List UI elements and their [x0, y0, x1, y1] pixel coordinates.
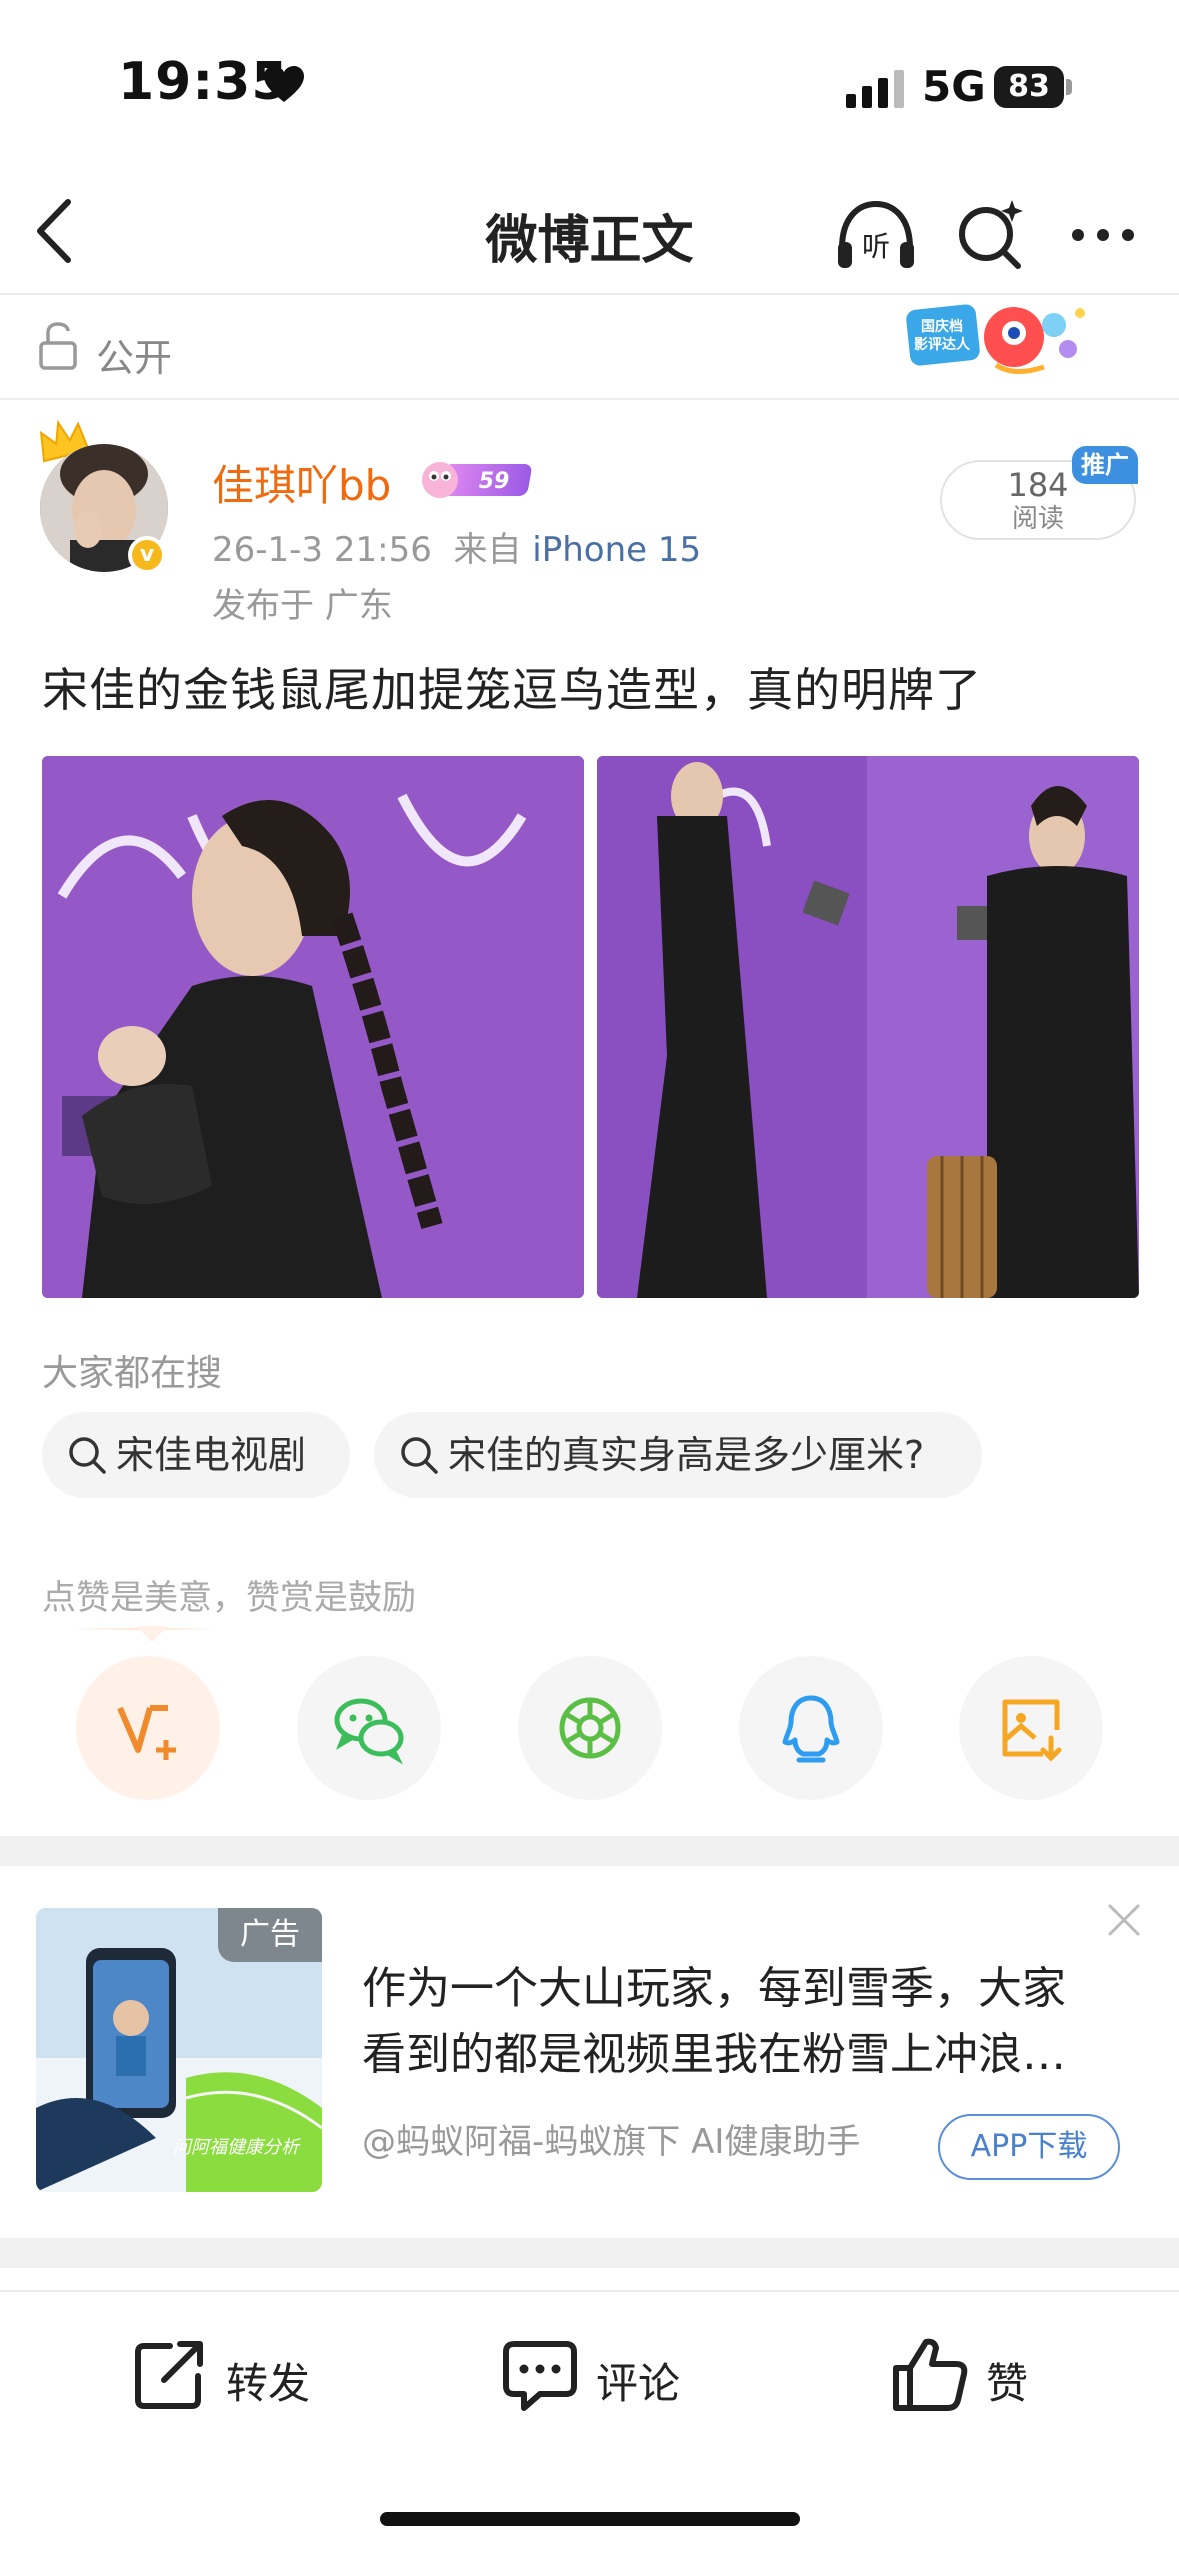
share-moments-button[interactable] — [518, 1656, 662, 1800]
svg-text:影评达人: 影评达人 — [914, 336, 971, 353]
share-wechat-button[interactable] — [297, 1656, 441, 1800]
status-bar: 19:35 5G 83 — [0, 0, 1179, 170]
home-indicator — [380, 2512, 800, 2526]
app-download-button[interactable]: APP下载 — [938, 2114, 1120, 2180]
trending-search-heading: 大家都在搜 — [42, 1353, 223, 1394]
section-divider — [0, 2238, 1179, 2268]
search-chip-label: 宋佳的真实身高是多少厘米? — [448, 1433, 925, 1477]
reviewer-badge[interactable]: 国庆档 影评达人 — [904, 297, 1090, 381]
weibo-v-plus-icon — [117, 1705, 176, 1760]
qq-icon — [782, 1695, 840, 1763]
save-image-button[interactable] — [959, 1656, 1103, 1800]
battery-icon: 83 — [994, 66, 1072, 108]
listen-icon[interactable]: 听 — [834, 198, 918, 274]
close-icon[interactable] — [1104, 1900, 1144, 1940]
signal-icon — [846, 70, 904, 108]
search-icon — [69, 1437, 106, 1474]
level-number: 59 — [479, 469, 510, 494]
unlock-icon — [39, 322, 77, 370]
thumbs-up-icon — [893, 2338, 968, 2411]
battery-level: 83 — [994, 66, 1064, 108]
ad-source[interactable]: @蚂蚁阿福-蚂蚁旗下 AI健康助手 — [362, 2114, 860, 2163]
nav-bar: 微博正文 听 — [0, 170, 1179, 295]
wechat-icon — [334, 1698, 404, 1765]
comment-icon — [503, 2341, 577, 2411]
reward-button[interactable] — [76, 1656, 220, 1800]
repost-icon — [135, 2341, 203, 2409]
more-icon[interactable] — [1068, 210, 1138, 260]
post-source[interactable]: iPhone 15 — [532, 530, 701, 570]
praise-note: 点赞是美意，赞赏是鼓励 — [42, 1578, 416, 1618]
post-timestamp: 26-1-3 21:56 — [212, 530, 432, 570]
source-prefix: 来自 — [453, 530, 522, 570]
network-type: 5G — [922, 62, 986, 111]
repost-label: 转发 — [226, 2359, 311, 2408]
search-chip-label: 宋佳电视剧 — [116, 1433, 307, 1477]
search-icon[interactable] — [956, 196, 1028, 272]
post-location: 发布于 广东 — [212, 586, 393, 626]
search-icon — [401, 1437, 438, 1474]
comment-button[interactable]: 评论 — [500, 2334, 700, 2424]
verified-badge-icon: v — [128, 536, 166, 574]
level-badge[interactable]: 59 — [418, 456, 536, 502]
pointer-caret-icon — [136, 1626, 168, 1642]
visibility-row: 公开 国庆档 影评达人 — [0, 297, 1179, 400]
search-chip[interactable]: 宋佳电视剧 — [42, 1412, 350, 1498]
repost-button[interactable]: 转发 — [130, 2334, 330, 2424]
post-image-2[interactable] — [597, 756, 1139, 1298]
save-image-icon — [1002, 1699, 1062, 1762]
moments-icon — [559, 1697, 621, 1759]
post-image-1[interactable] — [42, 756, 584, 1298]
username[interactable]: 佳琪吖bb — [212, 452, 391, 513]
share-qq-button[interactable] — [739, 1656, 883, 1800]
search-chip[interactable]: 宋佳的真实身高是多少厘米? — [374, 1412, 982, 1498]
svg-text:听: 听 — [862, 230, 890, 263]
svg-text:国庆档: 国庆档 — [921, 318, 963, 335]
visibility-label: 公开 — [96, 336, 173, 380]
ad-title[interactable]: 作为一个大山玩家，每到雪季，大家看到的都是视频里我在粉雪上冲浪… — [362, 1956, 1102, 2088]
ad-image-caption: 问阿福健康分析 — [173, 2137, 301, 2158]
heart-icon — [264, 66, 304, 102]
like-button[interactable]: 赞 — [890, 2334, 1050, 2424]
promo-tag: 推广 — [1072, 446, 1138, 484]
read-label: 阅读 — [1011, 504, 1064, 534]
post-meta: 26-1-3 21:56 来自 iPhone 15 — [212, 522, 701, 571]
post-text: 宋佳的金钱鼠尾加提笼逗鸟造型，真的明牌了 — [42, 663, 982, 717]
ad-tag: 广告 — [218, 1908, 322, 1962]
comment-label: 评论 — [596, 2359, 681, 2408]
section-divider — [0, 1836, 1179, 1866]
like-label: 赞 — [986, 2359, 1029, 2408]
